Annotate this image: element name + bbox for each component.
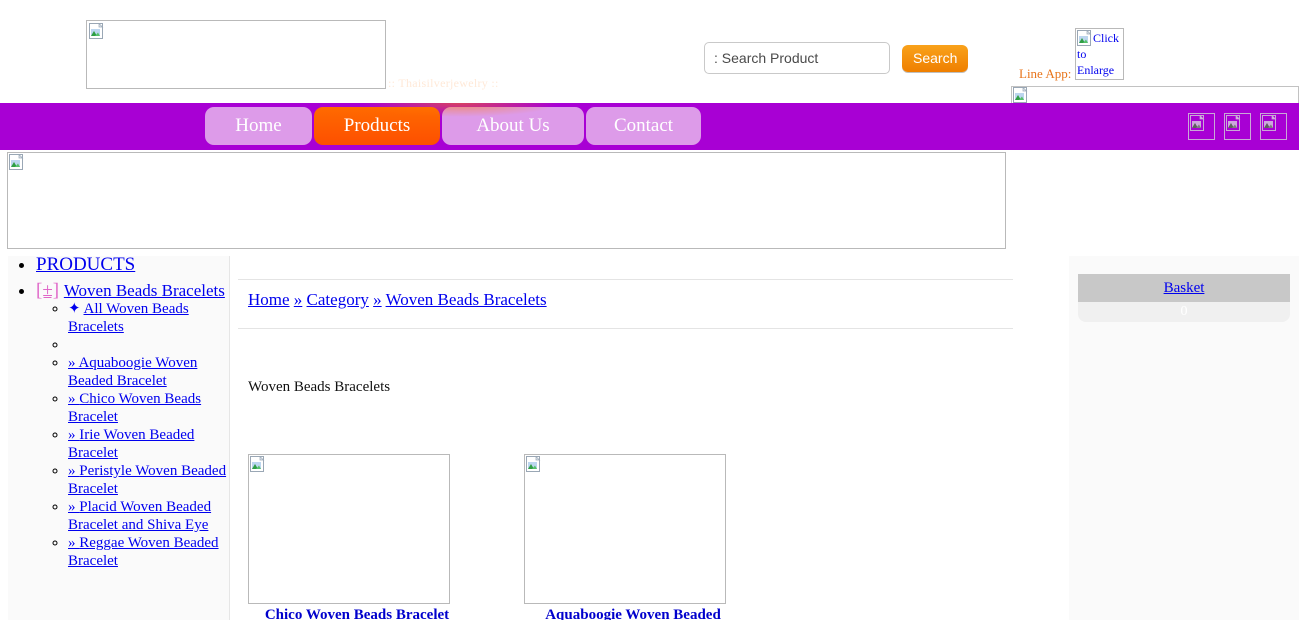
sidebar-sublink-label: Irie Woven Beaded Bracelet — [68, 427, 195, 461]
logo-caption: :: Thaisilverjewelry :: — [388, 76, 499, 90]
breadcrumb: Home » Category » Woven Beads Bracelets — [238, 280, 1053, 310]
sidebar-subitem-irie[interactable]: » Irie Woven Beaded Bracelet — [68, 426, 229, 462]
broken-image-icon — [1226, 115, 1242, 131]
basket-link[interactable]: Basket — [1164, 280, 1205, 296]
product-image[interactable] — [248, 454, 450, 604]
sidebar-sublink[interactable]: » Aquaboogie Woven Beaded Bracelet — [68, 355, 197, 389]
sidebar-list: PRODUCTS [±] Woven Beads Bracelets ✦ All… — [8, 256, 229, 570]
header-top-strip — [1011, 86, 1299, 104]
sidebar-subitem-all[interactable]: ✦ All Woven Beads Bracelets — [68, 300, 229, 336]
main-navigation: Home Products About Us Contact — [0, 103, 1299, 150]
breadcrumb-category[interactable]: Category — [307, 290, 369, 309]
nav-items: Home Products About Us Contact — [205, 107, 703, 145]
basket-header[interactable]: Basket — [1078, 274, 1290, 302]
main-content: Home » Category » Woven Beads Bracelets … — [238, 256, 1053, 620]
nav-item-home[interactable]: Home — [205, 107, 312, 145]
hero-banner — [7, 152, 1006, 249]
sidebar-subitem-aquaboogie[interactable]: » Aquaboogie Woven Beaded Bracelet — [68, 354, 229, 390]
sidebar-subitem-reggae[interactable]: » Reggae Woven Beaded Bracelet — [68, 534, 229, 570]
sidebar-sublink[interactable]: All Woven Beads Bracelets — [68, 301, 189, 335]
sidebar-sublink[interactable]: » Reggae Woven Beaded Bracelet — [68, 535, 219, 569]
breadcrumb-home[interactable]: Home — [248, 290, 290, 309]
search-input[interactable] — [704, 42, 890, 74]
product-grid: Chico Woven Beads Bracelet Aquaboogie Wo… — [248, 454, 1048, 620]
sidebar-sublink-label: Chico Woven Beads Bracelet — [68, 391, 202, 425]
site-logo[interactable] — [86, 20, 386, 89]
sidebar-subitem-spacer — [68, 336, 229, 354]
sidebar-sublink-label: Placid Woven Beaded Bracelet and Shiva E… — [68, 499, 212, 533]
sidebar-subitem-chico[interactable]: » Chico Woven Beads Bracelet — [68, 390, 229, 426]
broken-image-icon — [89, 23, 105, 39]
twitter-icon[interactable] — [1224, 113, 1251, 140]
page-root: :: Thaisilverjewelry :: Search Line App:… — [0, 0, 1299, 620]
nav-item-products[interactable]: Products — [314, 107, 440, 145]
divider-bottom — [238, 328, 1013, 329]
product-card[interactable]: Aquaboogie Woven Beaded Bracelet — [524, 454, 796, 620]
sidebar: PRODUCTS [±] Woven Beads Bracelets ✦ All… — [8, 256, 230, 620]
sidebar-sublink[interactable]: » Placid Woven Beaded Bracelet and Shiva… — [68, 499, 211, 533]
search-area: Search — [704, 42, 969, 74]
sidebar-subitem-placid[interactable]: » Placid Woven Beaded Bracelet and Shiva… — [68, 498, 229, 534]
sidebar-products-link[interactable]: PRODUCTS — [36, 256, 135, 275]
sidebar-sublist: ✦ All Woven Beads Bracelets » Aquaboogie… — [36, 300, 229, 570]
line-icon[interactable] — [1260, 113, 1287, 140]
chevron-icon: » — [68, 463, 76, 479]
product-title[interactable]: Chico Woven Beads Bracelet — [248, 607, 466, 620]
sidebar-sublink[interactable]: » Irie Woven Beaded Bracelet — [68, 427, 194, 461]
click-to-enlarge-box[interactable]: Click to Enlarge — [1075, 28, 1124, 80]
breadcrumb-sep-2: » — [373, 290, 382, 309]
sidebar-sublink-label: Peristyle Woven Beaded Bracelet — [68, 463, 227, 497]
breadcrumb-sep-1: » — [293, 290, 303, 309]
broken-image-icon — [526, 456, 542, 472]
basket-count: 0 — [1078, 302, 1290, 322]
product-card[interactable]: Chico Woven Beads Bracelet — [248, 454, 520, 620]
sidebar-sublink-label: Reggae Woven Beaded Bracelet — [68, 535, 219, 569]
social-icons — [1183, 113, 1287, 140]
sidebar-sublink-label: Aquaboogie Woven Beaded Bracelet — [68, 355, 198, 389]
nav-item-contact[interactable]: Contact — [586, 107, 701, 145]
broken-image-icon — [1190, 115, 1206, 131]
breadcrumb-current[interactable]: Woven Beads Bracelets — [386, 290, 547, 309]
chevron-icon: » — [68, 427, 76, 443]
site-header: :: Thaisilverjewelry :: Search Line App:… — [0, 0, 1299, 104]
facebook-icon[interactable] — [1188, 113, 1215, 140]
product-image[interactable] — [524, 454, 726, 604]
broken-image-icon — [250, 456, 266, 472]
chevron-icon: » — [68, 355, 76, 371]
chevron-icon: » — [68, 499, 76, 515]
broken-image-icon — [1077, 30, 1093, 46]
nav-item-about-us[interactable]: About Us — [442, 107, 584, 145]
sidebar-sublink[interactable]: » Peristyle Woven Beaded Bracelet — [68, 463, 226, 497]
product-title[interactable]: Aquaboogie Woven Beaded Bracelet — [524, 607, 742, 620]
broken-image-icon — [1262, 115, 1278, 131]
chevron-icon: » — [68, 535, 76, 551]
category-title: Woven Beads Bracelets — [248, 379, 391, 395]
star-icon: ✦ — [68, 301, 81, 317]
category-toggle[interactable]: [±] — [36, 280, 59, 301]
search-button[interactable]: Search — [902, 44, 969, 72]
broken-image-icon — [9, 154, 25, 170]
sidebar-subitem-peristyle[interactable]: » Peristyle Woven Beaded Bracelet — [68, 462, 229, 498]
right-column: Basket 0 — [1069, 256, 1299, 620]
sidebar-sublink[interactable]: » Chico Woven Beads Bracelet — [68, 391, 201, 425]
chevron-icon: » — [68, 391, 76, 407]
category-link[interactable]: Woven Beads Bracelets — [64, 281, 225, 300]
broken-image-icon — [1013, 87, 1029, 103]
line-app-label: Line App: — [1019, 66, 1072, 81]
sidebar-item-products[interactable]: PRODUCTS — [36, 256, 229, 274]
sidebar-item-category[interactable]: [±] Woven Beads Bracelets ✦ All Woven Be… — [36, 280, 229, 570]
